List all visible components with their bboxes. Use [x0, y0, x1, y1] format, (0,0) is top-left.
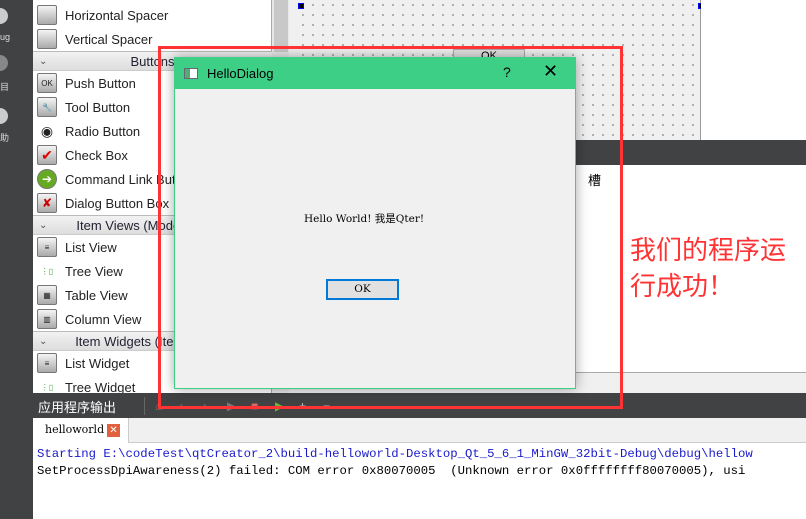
widget-horizontal-spacer[interactable]: Horizontal Spacer	[33, 3, 272, 27]
check-box-icon: ✔	[37, 145, 57, 165]
dialog-button-box-icon: ✘	[37, 193, 57, 213]
output-tab-bar	[33, 418, 806, 443]
vertical-spacer-icon	[37, 29, 57, 49]
chevron-down-icon: ⌄	[39, 220, 48, 231]
tree-view-icon: ⋮▯	[40, 266, 54, 276]
arrow-right-icon: ➔	[37, 169, 57, 189]
mode-help-label[interactable]: 助	[0, 131, 9, 144]
list-view-icon: ≡	[37, 237, 57, 257]
push-button-icon: OK	[37, 73, 57, 93]
chevron-down-icon: ⌄	[39, 56, 48, 67]
project-icon[interactable]	[0, 55, 8, 71]
tool-button-icon: 🔧	[37, 97, 57, 117]
column-view-icon: ▥	[37, 309, 57, 329]
output-line: Starting E:\codeTest\qtCreator_2\build-h…	[37, 447, 753, 461]
application-output[interactable]: Starting E:\codeTest\qtCreator_2\build-h…	[33, 443, 806, 519]
selection-handle[interactable]	[298, 3, 304, 9]
horizontal-spacer-icon	[37, 5, 57, 25]
output-pane-title: 应用程序输出	[33, 396, 145, 415]
debug-icon[interactable]	[0, 8, 8, 24]
scrollbar-thumb[interactable]	[274, 0, 288, 52]
right-panel	[701, 0, 806, 140]
annotation-text: 我们的程序运行成功！	[630, 235, 787, 301]
output-tab-helloworld[interactable]: helloworld ✕	[33, 418, 129, 443]
close-tab-icon[interactable]: ✕	[107, 423, 121, 437]
list-widget-icon: ≡	[37, 353, 57, 373]
radio-button-icon: ◉	[40, 122, 54, 139]
table-view-icon: ▦	[37, 285, 57, 305]
mode-sidebar: ug 目 助	[0, 0, 33, 519]
help-icon[interactable]	[0, 108, 8, 124]
mode-debug-label[interactable]: ug	[0, 32, 10, 42]
mode-project-label[interactable]: 目	[0, 80, 9, 93]
output-line: SetProcessDpiAwareness(2) failed: COM er…	[37, 464, 746, 478]
chevron-down-icon: ⌄	[39, 336, 48, 347]
annotation-highlight-box	[158, 46, 623, 409]
